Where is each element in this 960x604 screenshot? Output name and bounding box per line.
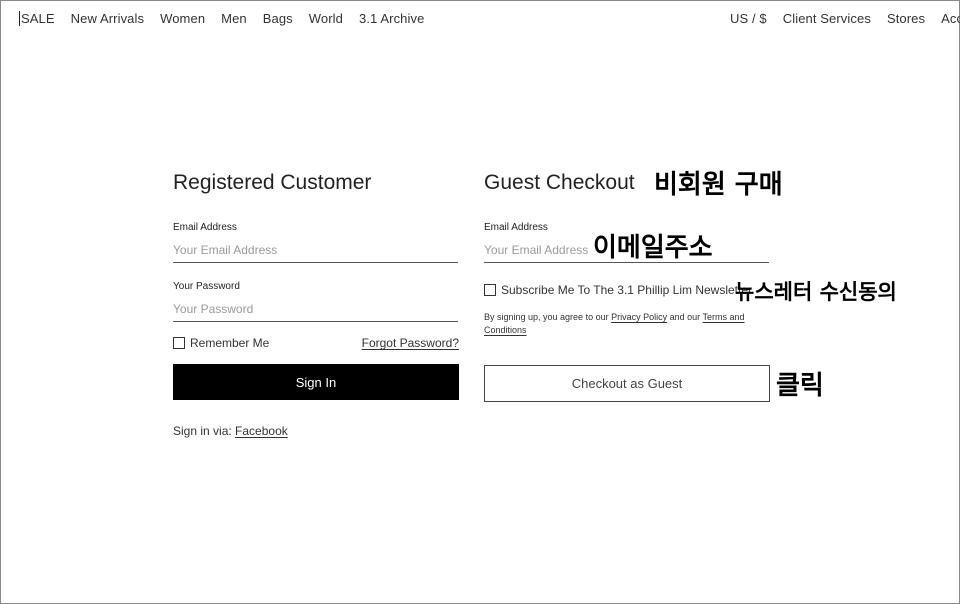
annotation-newsletter-consent: 뉴스레터 수신동의 [735, 280, 897, 304]
registered-email-input[interactable] [173, 238, 458, 263]
annotation-guest-purchase: 비회원 구매 [654, 170, 783, 200]
guest-checkout-section: Guest Checkout Email Address Subscribe M… [484, 170, 770, 402]
remember-me[interactable]: Remember Me [173, 336, 269, 350]
nav-link-world[interactable]: World [309, 11, 343, 26]
nav-link-archive[interactable]: 3.1 Archive [359, 11, 424, 26]
registered-title: Registered Customer [173, 171, 372, 194]
nav-link-women[interactable]: Women [160, 11, 205, 26]
newsletter-checkbox[interactable] [484, 284, 496, 296]
nav-left-group: SALE New Arrivals Women Men Bags World 3… [19, 11, 440, 26]
legal-notice: By signing up, you agree to our Privacy … [484, 311, 754, 337]
nav-link-currency[interactable]: US / $ [730, 11, 767, 26]
privacy-policy-link[interactable]: Privacy Policy [611, 312, 667, 322]
annotation-click: 클릭 [776, 371, 824, 401]
checkout-as-guest-button[interactable]: Checkout as Guest [484, 365, 770, 402]
remember-row: Remember Me Forgot Password? [173, 336, 459, 350]
nav-link-sale[interactable]: SALE [19, 11, 55, 26]
nav-link-new-arrivals[interactable]: New Arrivals [71, 11, 144, 26]
nav-link-men[interactable]: Men [221, 11, 247, 26]
top-navigation: SALE New Arrivals Women Men Bags World 3… [0, 0, 960, 38]
facebook-link[interactable]: Facebook [235, 424, 288, 438]
legal-prefix: By signing up, you agree to our [484, 312, 609, 322]
nav-right-group: US / $ Client Services Stores Account [730, 11, 960, 26]
nav-link-client-services[interactable]: Client Services [783, 11, 871, 26]
registered-email-label: Email Address [173, 222, 237, 233]
sign-in-via-text: Sign in via: [173, 424, 232, 438]
newsletter-subscribe[interactable]: Subscribe Me To The 3.1 Phillip Lim News… [484, 283, 770, 297]
remember-me-checkbox[interactable] [173, 337, 185, 349]
newsletter-label: Subscribe Me To The 3.1 Phillip Lim News… [501, 283, 753, 297]
nav-link-account[interactable]: Account [941, 11, 960, 26]
registered-customer-section: Registered Customer Email Address Your P… [173, 170, 459, 438]
forgot-password-link[interactable]: Forgot Password? [362, 336, 459, 350]
registered-password-input[interactable] [173, 297, 458, 322]
sign-in-via: Sign in via: Facebook [173, 424, 459, 438]
legal-and: and our [669, 312, 701, 322]
remember-me-label: Remember Me [190, 336, 270, 350]
registered-password-label: Your Password [173, 281, 240, 292]
nav-link-bags[interactable]: Bags [263, 11, 293, 26]
nav-link-stores[interactable]: Stores [887, 11, 925, 26]
annotation-email-address: 이메일주소 [593, 233, 713, 263]
sign-in-button[interactable]: Sign In [173, 364, 459, 400]
